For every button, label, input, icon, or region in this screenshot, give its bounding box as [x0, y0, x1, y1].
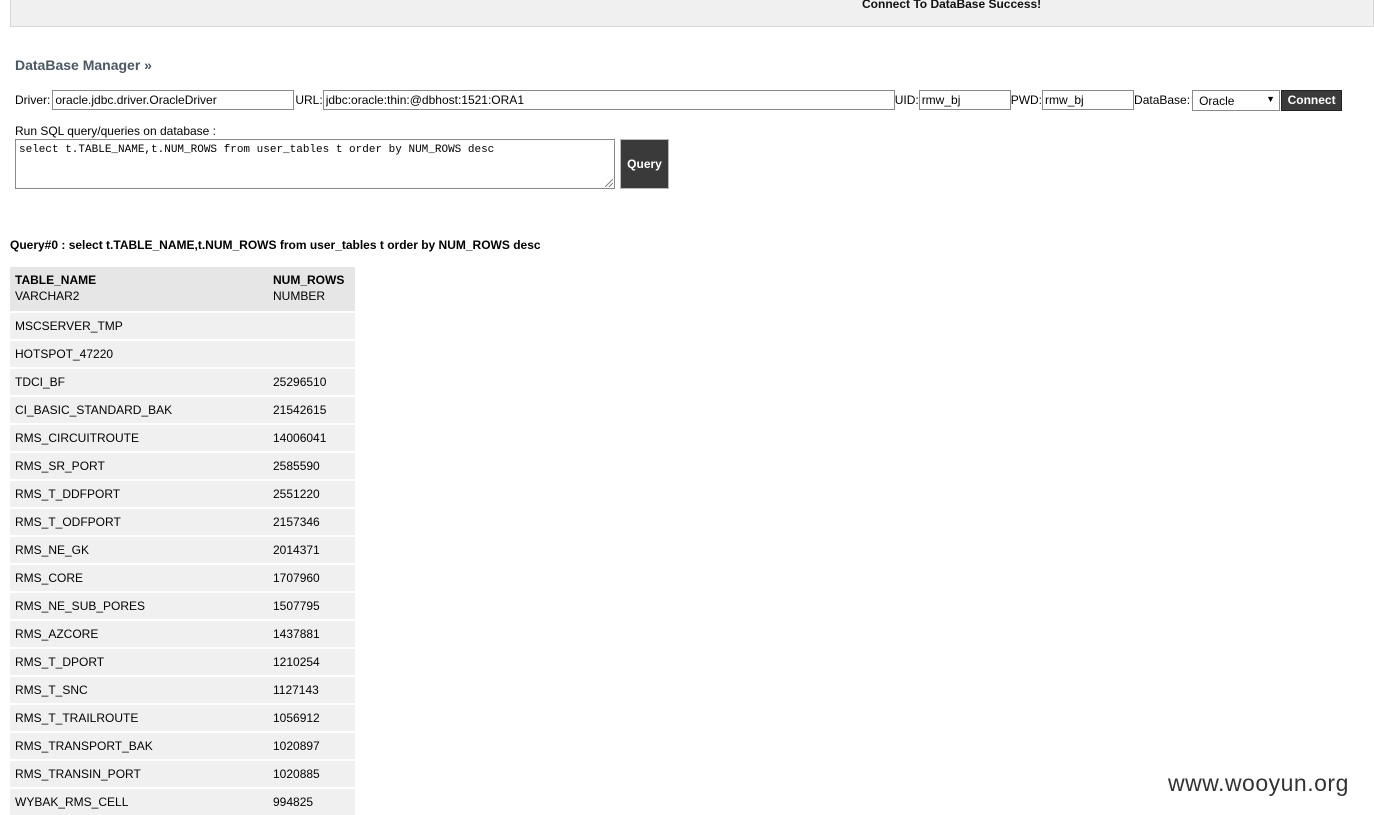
table-row: RMS_T_ODFPORT 2157346	[10, 507, 355, 536]
num-rows-cell: 25296510	[268, 367, 355, 396]
table-header-row: TABLE_NAME VARCHAR2 NUM_ROWS NUMBER	[10, 267, 355, 312]
table-row: RMS_TRANSPORT_BAK 1020897	[10, 731, 355, 760]
pwd-input[interactable]	[1042, 90, 1135, 110]
table-name-cell: RMS_NE_GK	[10, 535, 268, 564]
pwd-label: PWD:	[1010, 93, 1043, 107]
table-row: RMS_SR_PORT 2585590	[10, 451, 355, 480]
table-row: HOTSPOT_47220	[10, 339, 355, 368]
url-input[interactable]	[322, 90, 895, 110]
table-name-cell: WYBAK_RMS_CELL	[10, 787, 268, 815]
table-name-cell: RMS_AZCORE	[10, 619, 268, 648]
sql-query-textarea[interactable]: select t.TABLE_NAME,t.NUM_ROWS from user…	[15, 139, 615, 189]
num-rows-cell: 2014371	[268, 535, 355, 564]
table-row: RMS_CIRCUITROUTE 14006041	[10, 423, 355, 452]
uid-label: UID:	[894, 93, 919, 107]
status-message-bar: Connect To DataBase Success!	[10, 0, 1374, 27]
watermark: www.wooyun.org	[1168, 770, 1349, 796]
driver-label: Driver:	[15, 93, 51, 107]
table-row: RMS_CORE 1707960	[10, 563, 355, 592]
table-row: TDCI_BF 25296510	[10, 367, 355, 396]
database-select[interactable]: Oracle ▼	[1192, 89, 1281, 111]
database-select-value: Oracle	[1199, 93, 1235, 108]
table-name-cell: RMS_T_SNC	[10, 675, 268, 704]
url-label: URL:	[295, 93, 323, 107]
dropdown-arrow-icon: ▼	[1266, 93, 1276, 104]
num-rows-cell: 1210254	[268, 647, 355, 676]
table-row: RMS_T_TRAILROUTE 1056912	[10, 703, 355, 732]
num-rows-cell: 1507795	[268, 591, 355, 620]
num-rows-cell: 994825	[268, 787, 355, 815]
status-message: Connect To DataBase Success!	[862, 0, 1042, 11]
table-name-cell: RMS_NE_SUB_PORES	[10, 591, 268, 620]
section-title[interactable]: DataBase Manager »	[15, 57, 152, 73]
table-row: RMS_AZCORE 1437881	[10, 619, 355, 648]
table-row: RMS_T_DPORT 1210254	[10, 647, 355, 676]
connect-button[interactable]: Connect	[1281, 89, 1343, 111]
num-rows-cell: 2551220	[268, 479, 355, 508]
table-name-cell: RMS_SR_PORT	[10, 451, 268, 480]
table-name-cell: TDCI_BF	[10, 367, 268, 396]
table-row: RMS_T_SNC 1127143	[10, 675, 355, 704]
results-table: TABLE_NAME VARCHAR2 NUM_ROWS NUMBER MSCS…	[10, 267, 355, 815]
num-rows-cell	[268, 311, 355, 340]
num-rows-cell: 1020897	[268, 731, 355, 760]
table-name-cell: RMS_CORE	[10, 563, 268, 592]
sql-label: Run SQL query/queries on database :	[15, 124, 217, 138]
num-rows-cell: 1020885	[268, 759, 355, 788]
table-name-cell: HOTSPOT_47220	[10, 339, 268, 368]
database-label: DataBase:	[1134, 93, 1191, 107]
table-row: RMS_TRANSIN_PORT 1020885	[10, 759, 355, 788]
num-rows-cell: 1127143	[268, 675, 355, 704]
num-rows-cell: 2157346	[268, 507, 355, 536]
column-header: NUM_ROWS NUMBER	[268, 267, 355, 312]
column-type: NUMBER	[273, 289, 326, 303]
column-header: TABLE_NAME VARCHAR2	[10, 267, 268, 312]
table-name-cell: RMS_T_ODFPORT	[10, 507, 268, 536]
num-rows-cell: 14006041	[268, 423, 355, 452]
table-name-cell: MSCSERVER_TMP	[10, 311, 268, 340]
num-rows-cell: 1707960	[268, 563, 355, 592]
table-row: MSCSERVER_TMP	[10, 311, 355, 340]
num-rows-cell: 1056912	[268, 703, 355, 732]
table-row: WYBAK_RMS_CELL 994825	[10, 787, 355, 815]
column-name: TABLE_NAME	[15, 273, 97, 287]
table-name-cell: RMS_T_TRAILROUTE	[10, 703, 268, 732]
num-rows-cell: 1437881	[268, 619, 355, 648]
table-row: RMS_NE_SUB_PORES 1507795	[10, 591, 355, 620]
table-name-cell: CI_BASIC_STANDARD_BAK	[10, 395, 268, 424]
column-name: NUM_ROWS	[273, 273, 345, 287]
table-name-cell: RMS_T_DPORT	[10, 647, 268, 676]
query-result-heading: Query#0 : select t.TABLE_NAME,t.NUM_ROWS…	[10, 238, 541, 252]
num-rows-cell: 21542615	[268, 395, 355, 424]
num-rows-cell	[268, 339, 355, 368]
table-name-cell: RMS_CIRCUITROUTE	[10, 423, 268, 452]
connection-form: Driver: URL: UID: PWD: DataBase: Oracle …	[15, 89, 1343, 111]
num-rows-cell: 2585590	[268, 451, 355, 480]
table-row: CI_BASIC_STANDARD_BAK 21542615	[10, 395, 355, 424]
uid-input[interactable]	[918, 90, 1011, 110]
sql-query-text: select t.TABLE_NAME,t.NUM_ROWS from user…	[19, 144, 495, 156]
table-name-cell: RMS_TRANSIN_PORT	[10, 759, 268, 788]
resize-grip-icon[interactable]	[605, 179, 613, 187]
table-name-cell: RMS_TRANSPORT_BAK	[10, 731, 268, 760]
column-type: VARCHAR2	[15, 289, 80, 303]
query-button[interactable]: Query	[620, 139, 669, 189]
driver-input[interactable]	[52, 90, 295, 110]
table-name-cell: RMS_T_DDFPORT	[10, 479, 268, 508]
table-row: RMS_T_DDFPORT 2551220	[10, 479, 355, 508]
table-row: RMS_NE_GK 2014371	[10, 535, 355, 564]
